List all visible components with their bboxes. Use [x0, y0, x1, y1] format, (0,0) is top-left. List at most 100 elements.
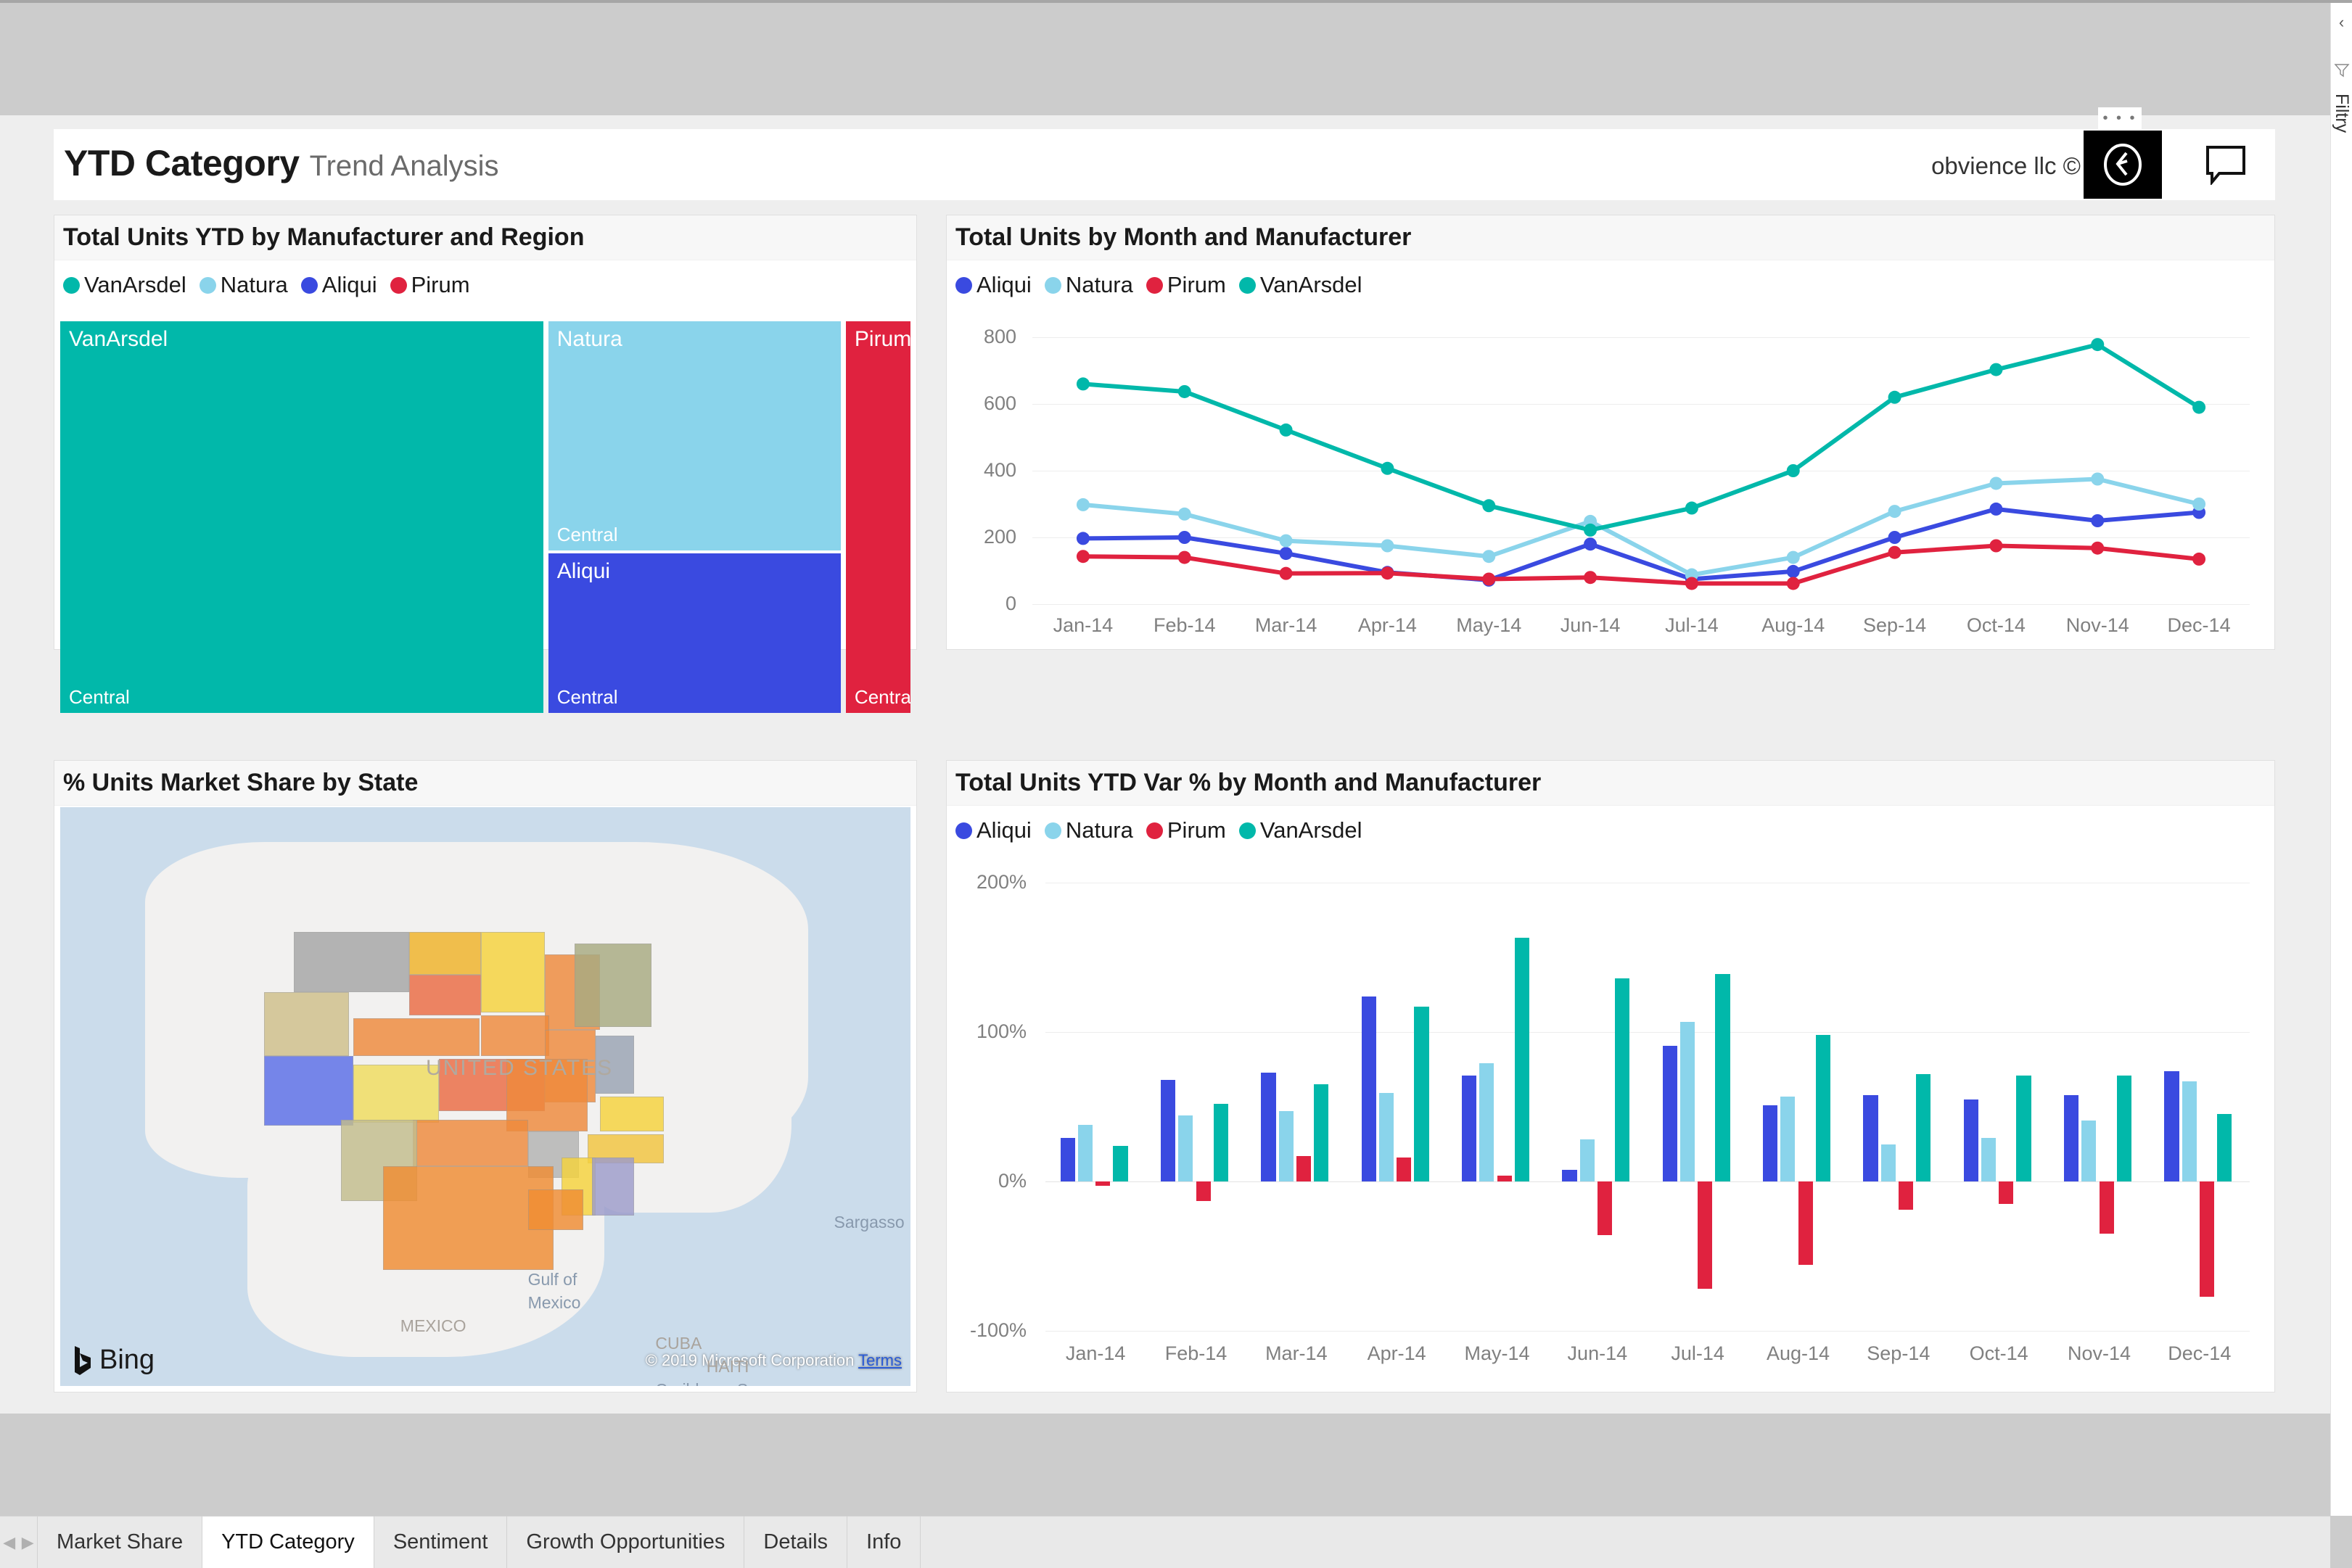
barchart-bar[interactable] [1514, 938, 1529, 1181]
legend-item-vanarsdel[interactable]: VanArsdel [1238, 817, 1362, 843]
barchart-bar[interactable] [1698, 1181, 1713, 1290]
barchart-bar[interactable] [1095, 1181, 1111, 1187]
collapse-chevron-icon[interactable]: ‹ [2339, 15, 2344, 30]
barchart-bar[interactable] [1815, 1035, 1830, 1181]
barchart-bar[interactable] [1479, 1063, 1494, 1181]
barchart-bar[interactable] [1798, 1181, 1813, 1266]
linechart-data-point[interactable] [1177, 507, 1191, 521]
barchart-bar[interactable] [1615, 978, 1630, 1181]
barchart-bar[interactable] [2217, 1114, 2232, 1181]
linechart-data-point[interactable] [1989, 539, 2003, 553]
linechart-data-point[interactable] [1177, 384, 1191, 398]
barchart-bar[interactable] [1579, 1139, 1595, 1181]
linechart-data-point[interactable] [1482, 550, 1496, 564]
barchart-bar[interactable] [1314, 1084, 1329, 1181]
linechart-data-point[interactable] [1279, 547, 1293, 561]
linechart-data-point[interactable] [1989, 363, 2003, 376]
linechart-data-point[interactable] [1989, 476, 2003, 490]
page-tab-market-share[interactable]: Market Share [38, 1517, 203, 1568]
barchart-bar[interactable] [1397, 1158, 1412, 1181]
linechart-data-point[interactable] [2192, 552, 2206, 566]
barchart-bar[interactable] [2081, 1120, 2097, 1181]
map-state-region[interactable] [600, 1097, 665, 1131]
legend-item-natura[interactable]: Natura [1044, 817, 1133, 843]
legend-item-aliqui[interactable]: Aliqui [955, 272, 1032, 298]
linechart-data-point[interactable] [1888, 545, 1901, 559]
barchart-bar[interactable] [1863, 1094, 1878, 1181]
barchart-bar[interactable] [1880, 1144, 1896, 1181]
linechart-series-line[interactable] [1082, 342, 2200, 532]
barchart-bar[interactable] [1361, 996, 1376, 1181]
barchart-bar[interactable] [2182, 1081, 2197, 1181]
barchart-bar[interactable] [1662, 1045, 1677, 1181]
legend-item-vanarsdel[interactable]: VanArsdel [1238, 272, 1362, 298]
linechart-data-point[interactable] [1279, 423, 1293, 437]
map-state-region[interactable] [481, 931, 546, 1013]
map-state-region[interactable] [294, 931, 409, 993]
barchart-bar[interactable] [1213, 1103, 1228, 1181]
map-terms-link[interactable]: Terms [858, 1351, 902, 1369]
visual-treemap[interactable]: Total Units YTD by Manufacturer and Regi… [54, 215, 917, 713]
linechart-data-point[interactable] [1584, 571, 1598, 585]
legend-item-natura[interactable]: Natura [199, 272, 288, 298]
linechart-data-point[interactable] [1584, 523, 1598, 537]
barchart-bar[interactable] [2164, 1070, 2179, 1181]
legend-item-aliqui[interactable]: Aliqui [955, 817, 1032, 843]
legend-item-natura[interactable]: Natura [1044, 272, 1133, 298]
barchart-bar[interactable] [1296, 1155, 1312, 1181]
linechart-data-point[interactable] [1381, 539, 1394, 553]
chevron-right-icon[interactable]: ▶ [22, 1533, 34, 1552]
page-tab-info[interactable]: Info [847, 1517, 921, 1568]
linechart-data-point[interactable] [1177, 531, 1191, 544]
linechart-data-point[interactable] [1786, 550, 1800, 564]
linechart-data-point[interactable] [1482, 499, 1496, 513]
linechart-data-point[interactable] [1381, 566, 1394, 580]
linechart-data-point[interactable] [2091, 338, 2105, 352]
barchart-bar[interactable] [1562, 1169, 1577, 1181]
visual-more-options-button[interactable]: • • • [2098, 107, 2142, 129]
chevron-left-icon[interactable]: ◀ [3, 1533, 15, 1552]
legend-item-aliqui[interactable]: Aliqui [300, 272, 377, 298]
visual-line-chart[interactable]: Total Units by Month and Manufacturer Al… [946, 215, 2275, 650]
linechart-data-point[interactable] [1076, 377, 1090, 391]
filters-pane-rail[interactable]: ‹ Filtry [2330, 3, 2352, 1516]
barchart-bar[interactable] [1060, 1138, 1075, 1181]
linechart-data-point[interactable] [1888, 390, 1901, 404]
linechart-data-point[interactable] [2091, 514, 2105, 527]
treemap-cell[interactable]: Aliqui Central [548, 553, 841, 713]
visual-map[interactable]: % Units Market Share by State Bing © 201… [54, 760, 917, 1392]
linechart-data-point[interactable] [1989, 502, 2003, 516]
barchart-bar[interactable] [2099, 1181, 2114, 1234]
legend-item-vanarsdel[interactable]: VanArsdel [63, 272, 186, 298]
map-state-region[interactable] [527, 1189, 583, 1230]
barchart-bar[interactable] [2116, 1075, 2131, 1181]
treemap-cell[interactable]: Natura Central [548, 321, 841, 550]
linechart-data-point[interactable] [1888, 505, 1901, 519]
map-state-region[interactable] [264, 992, 350, 1057]
barchart-bar[interactable] [1679, 1021, 1695, 1181]
barchart-bar[interactable] [1597, 1181, 1613, 1236]
barchart-bar[interactable] [1278, 1111, 1294, 1181]
linechart-data-point[interactable] [2091, 472, 2105, 486]
map-state-region[interactable] [408, 931, 482, 975]
barchart-bar[interactable] [1715, 973, 1730, 1181]
linechart-data-point[interactable] [2091, 541, 2105, 555]
page-tab-growth-opportunities[interactable]: Growth Opportunities [507, 1517, 745, 1568]
map-state-region[interactable] [353, 1018, 480, 1057]
barchart-bar[interactable] [1161, 1079, 1176, 1181]
map-state-region[interactable] [591, 1157, 635, 1216]
barchart-bar[interactable] [1780, 1096, 1796, 1181]
map-state-region[interactable] [408, 975, 482, 1016]
linechart-data-point[interactable] [1685, 501, 1698, 515]
barchart-bar[interactable] [2064, 1094, 2079, 1181]
barchart-bar[interactable] [2016, 1075, 2031, 1181]
legend-item-pirum[interactable]: Pirum [1146, 272, 1226, 298]
legend-item-pirum[interactable]: Pirum [1146, 817, 1226, 843]
barchart-bar[interactable] [1497, 1175, 1512, 1181]
map-canvas[interactable]: Bing © 2019 Microsoft Corporation Terms … [60, 807, 910, 1386]
linechart-data-point[interactable] [1685, 577, 1698, 590]
treemap-cell[interactable]: VanArsdel Central [60, 321, 543, 713]
map-state-region[interactable] [481, 1015, 549, 1057]
barchart-bar[interactable] [1261, 1072, 1276, 1181]
barchart-bar[interactable] [1999, 1181, 2014, 1204]
